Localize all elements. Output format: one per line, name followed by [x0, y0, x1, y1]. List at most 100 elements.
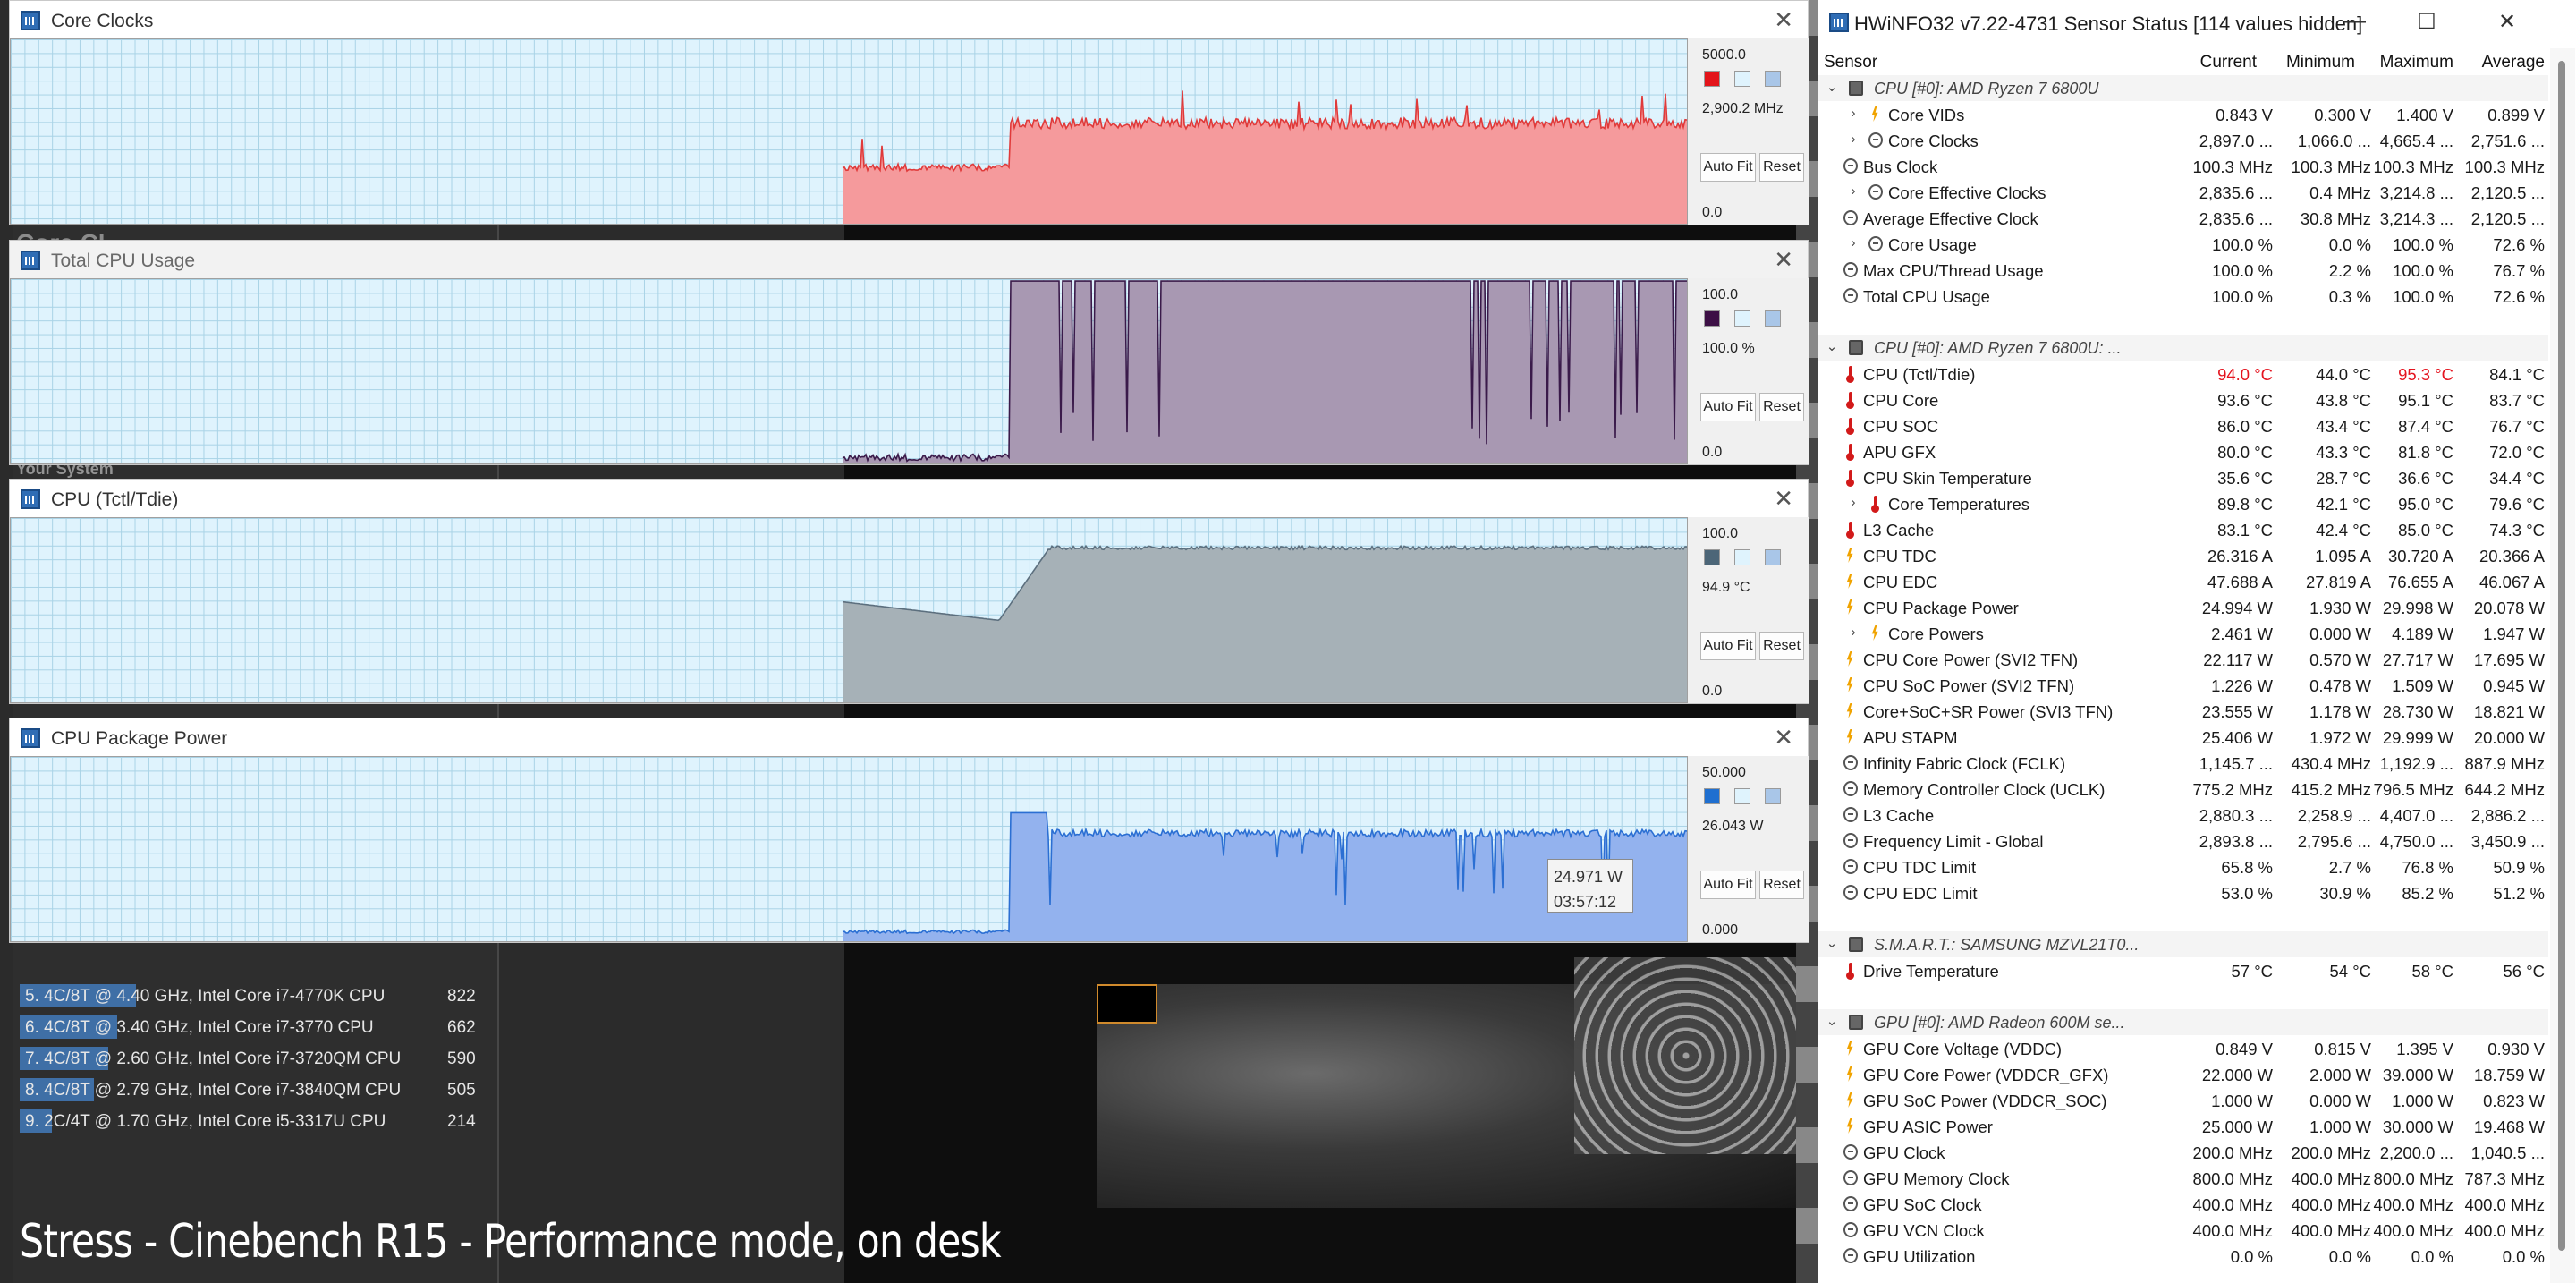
chevron-right-icon[interactable]: › — [1847, 236, 1860, 251]
background-color-swatch[interactable] — [1734, 71, 1750, 87]
sensor-row[interactable]: CPU Skin Temperature 35.6 °C 28.7 °C 36.… — [1818, 464, 2548, 490]
auto-fit-button[interactable]: Auto Fit — [1700, 632, 1756, 660]
header-minimum[interactable]: Minimum — [2286, 53, 2355, 72]
chevron-right-icon[interactable]: › — [1847, 106, 1860, 121]
graph-titlebar[interactable]: CPU Package Power ✕ — [10, 718, 1808, 756]
minimize-icon[interactable]: — — [2335, 9, 2375, 39]
sensor-average: 0.823 W — [2483, 1092, 2545, 1110]
maximize-icon[interactable]: ☐ — [2407, 9, 2446, 39]
sensor-group-row[interactable]: ⌄ GPU [#0]: AMD Radeon 600M se... — [1818, 1009, 2548, 1035]
close-icon[interactable]: ✕ — [2487, 9, 2527, 39]
sensor-row[interactable]: GPU SoC Clock 400.0 MHz 400.0 MHz 400.0 … — [1818, 1191, 2548, 1217]
sensor-maximum: 76.655 A — [2387, 573, 2453, 591]
chevron-right-icon[interactable]: › — [1847, 625, 1860, 640]
sensor-row[interactable]: GPU VCN Clock 400.0 MHz 400.0 MHz 400.0 … — [1818, 1217, 2548, 1243]
sensor-row[interactable]: › Core Usage 100.0 % 0.0 % 100.0 % 72.6 … — [1818, 231, 2548, 257]
sensor-row[interactable]: CPU SoC Power (SVI2 TFN) 1.226 W 0.478 W… — [1818, 672, 2548, 698]
background-color-swatch[interactable] — [1734, 310, 1750, 327]
line-color-swatch[interactable] — [1704, 71, 1720, 87]
graph-titlebar[interactable]: Core Clocks ✕ — [10, 1, 1808, 38]
header-sensor[interactable]: Sensor — [1824, 53, 1877, 72]
grid-color-swatch[interactable] — [1765, 549, 1781, 565]
grid-color-swatch[interactable] — [1765, 788, 1781, 804]
sensor-row[interactable]: Core+SoC+SR Power (SVI3 TFN) 23.555 W 1.… — [1818, 698, 2548, 724]
graph-titlebar[interactable]: CPU (Tctl/Tdie) ✕ — [10, 480, 1808, 517]
sensor-row[interactable]: Memory Controller Clock (UCLK) 775.2 MHz… — [1818, 776, 2548, 802]
chevron-down-icon[interactable]: ⌄ — [1826, 937, 1838, 951]
sensor-row[interactable]: Drive Temperature 57 °C 54 °C 58 °C 56 °… — [1818, 957, 2548, 983]
sensor-row[interactable]: › Core Temperatures 89.8 °C 42.1 °C 95.0… — [1818, 490, 2548, 516]
auto-fit-button[interactable]: Auto Fit — [1700, 153, 1756, 182]
auto-fit-button[interactable]: Auto Fit — [1700, 871, 1756, 899]
graph-window[interactable]: Core Clocks ✕ 5000.0 2,900.2 MHz Auto Fi… — [9, 0, 1809, 225]
grid-color-swatch[interactable] — [1765, 310, 1781, 327]
chevron-right-icon[interactable]: › — [1847, 496, 1860, 510]
reset-button[interactable]: Reset — [1759, 632, 1804, 660]
close-icon[interactable]: ✕ — [1774, 724, 1793, 752]
sensor-row[interactable]: CPU Core Power (SVI2 TFN) 22.117 W 0.570… — [1818, 646, 2548, 672]
auto-fit-button[interactable]: Auto Fit — [1700, 393, 1756, 421]
reset-button[interactable]: Reset — [1759, 393, 1804, 421]
sensor-row[interactable]: L3 Cache 2,880.3 ... 2,258.9 ... 4,407.0… — [1818, 802, 2548, 828]
close-icon[interactable]: ✕ — [1774, 246, 1793, 274]
sensor-row[interactable]: Bus Clock 100.3 MHz 100.3 MHz 100.3 MHz … — [1818, 153, 2548, 179]
sensor-row[interactable]: CPU TDC 26.316 A 1.095 A 30.720 A 20.366… — [1818, 542, 2548, 568]
sensor-row[interactable]: Frequency Limit - Global 2,893.8 ... 2,7… — [1818, 828, 2548, 854]
header-maximum[interactable]: Maximum — [2380, 53, 2453, 72]
sensor-row[interactable]: GPU Core Power (VDDCR_GFX) 22.000 W 2.00… — [1818, 1061, 2548, 1087]
sensor-row[interactable]: CPU EDC 47.688 A 27.819 A 76.655 A 46.06… — [1818, 568, 2548, 594]
sensor-row[interactable]: APU STAPM 25.406 W 1.972 W 29.999 W 20.0… — [1818, 724, 2548, 750]
sensor-row[interactable]: CPU TDC Limit 65.8 % 2.7 % 76.8 % 50.9 % — [1818, 854, 2548, 879]
grid-color-swatch[interactable] — [1765, 71, 1781, 87]
close-icon[interactable]: ✕ — [1774, 6, 1793, 34]
sensor-row[interactable]: GPU Utilization 0.0 % 0.0 % 0.0 % 0.0 % — [1818, 1243, 2548, 1269]
reset-button[interactable]: Reset — [1759, 871, 1804, 899]
sensor-row[interactable]: L3 Cache 83.1 °C 42.4 °C 85.0 °C 74.3 °C — [1818, 516, 2548, 542]
graph-window[interactable]: Total CPU Usage ✕ 100.0 100.0 % Auto Fit… — [9, 240, 1809, 465]
sensor-name: GPU SoC Power (VDDCR_SOC) — [1863, 1092, 2107, 1110]
sensor-row[interactable]: CPU (Tctl/Tdie) 94.0 °C 44.0 °C 95.3 °C … — [1818, 361, 2548, 387]
sensor-row[interactable]: GPU Core Voltage (VDDC) 0.849 V 0.815 V … — [1818, 1035, 2548, 1061]
sensor-row[interactable]: APU GFX 80.0 °C 43.3 °C 81.8 °C 72.0 °C — [1818, 438, 2548, 464]
line-color-swatch[interactable] — [1704, 549, 1720, 565]
sensor-row[interactable]: GPU SoC Power (VDDCR_SOC) 1.000 W 0.000 … — [1818, 1087, 2548, 1113]
reset-button[interactable]: Reset — [1759, 153, 1804, 182]
vertical-scrollbar[interactable] — [2550, 48, 2575, 1283]
sensor-row[interactable]: Average Effective Clock 2,835.6 ... 30.8… — [1818, 205, 2548, 231]
sensor-row[interactable]: Total CPU Usage 100.0 % 0.3 % 100.0 % 72… — [1818, 283, 2548, 309]
chevron-down-icon[interactable]: ⌄ — [1826, 340, 1838, 354]
sensor-group-row[interactable]: ⌄ CPU [#0]: AMD Ryzen 7 6800U: ... — [1818, 335, 2548, 361]
sensor-row[interactable]: GPU Clock 200.0 MHz 200.0 MHz 2,200.0 ..… — [1818, 1139, 2548, 1165]
sensor-group-row[interactable]: ⌄ S.M.A.R.T.: SAMSUNG MZVL21T0... — [1818, 931, 2548, 957]
graph-window[interactable]: CPU Package Power ✕ 50.000 26.043 W Auto… — [9, 718, 1809, 943]
sensor-window-titlebar[interactable]: HWiNFO32 v7.22-4731 Sensor Status [114 v… — [1818, 0, 2576, 48]
sensor-row[interactable]: GPU ASIC Power 25.000 W 1.000 W 30.000 W… — [1818, 1113, 2548, 1139]
background-color-swatch[interactable] — [1734, 788, 1750, 804]
graph-window[interactable]: CPU (Tctl/Tdie) ✕ 100.0 94.9 °C Auto Fit… — [9, 479, 1809, 704]
sensor-row[interactable]: Max CPU/Thread Usage 100.0 % 2.2 % 100.0… — [1818, 257, 2548, 283]
graph-titlebar[interactable]: Total CPU Usage ✕ — [10, 241, 1808, 278]
sensor-row[interactable]: CPU SOC 86.0 °C 43.4 °C 87.4 °C 76.7 °C — [1818, 412, 2548, 438]
sensor-row[interactable]: GPU Memory Clock 800.0 MHz 400.0 MHz 800… — [1818, 1165, 2548, 1191]
sensor-row[interactable]: CPU EDC Limit 53.0 % 30.9 % 85.2 % 51.2 … — [1818, 879, 2548, 905]
sensor-row[interactable]: CPU Package Power 24.994 W 1.930 W 29.99… — [1818, 594, 2548, 620]
chevron-right-icon[interactable]: › — [1847, 184, 1860, 199]
header-average[interactable]: Average — [2482, 53, 2545, 72]
sensor-row[interactable]: › Core Effective Clocks 2,835.6 ... 0.4 … — [1818, 179, 2548, 205]
lightning-icon — [1843, 1041, 1858, 1056]
sensor-row[interactable]: Infinity Fabric Clock (FCLK) 1,145.7 ...… — [1818, 750, 2548, 776]
sensor-row[interactable]: › Core Powers 2.461 W 0.000 W 4.189 W 1.… — [1818, 620, 2548, 646]
sensor-row[interactable]: › Core Clocks 2,897.0 ... 1,066.0 ... 4,… — [1818, 127, 2548, 153]
line-color-swatch[interactable] — [1704, 788, 1720, 804]
header-current[interactable]: Current — [2200, 53, 2257, 72]
sensor-row[interactable]: CPU Core 93.6 °C 43.8 °C 95.1 °C 83.7 °C — [1818, 387, 2548, 412]
sensor-group-row[interactable]: ⌄ CPU [#0]: AMD Ryzen 7 6800U — [1818, 75, 2548, 101]
close-icon[interactable]: ✕ — [1774, 485, 1793, 513]
scrollbar-thumb[interactable] — [2558, 61, 2565, 1251]
chevron-down-icon[interactable]: ⌄ — [1826, 1015, 1838, 1029]
chevron-right-icon[interactable]: › — [1847, 132, 1860, 147]
chevron-down-icon[interactable]: ⌄ — [1826, 81, 1838, 95]
line-color-swatch[interactable] — [1704, 310, 1720, 327]
sensor-row[interactable]: › Core VIDs 0.843 V 0.300 V 1.400 V 0.89… — [1818, 101, 2548, 127]
background-color-swatch[interactable] — [1734, 549, 1750, 565]
